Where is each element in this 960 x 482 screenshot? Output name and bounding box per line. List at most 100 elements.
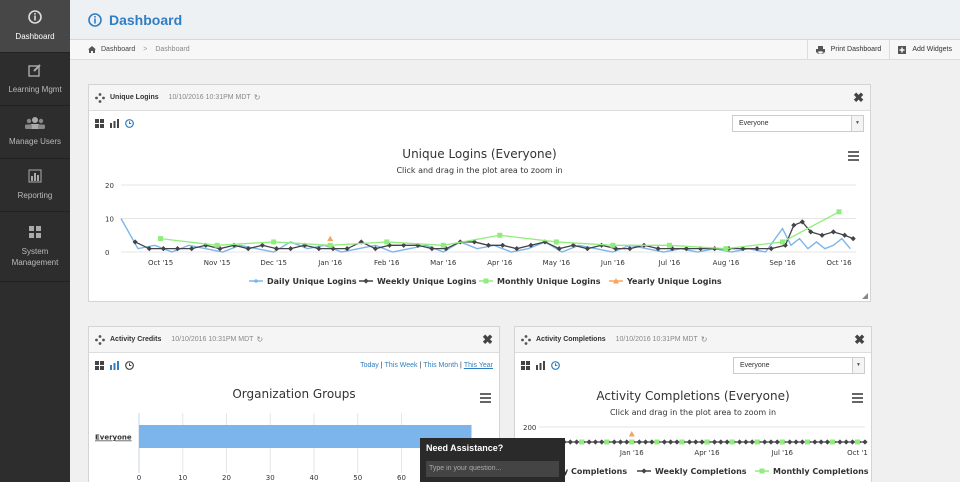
table-view-icon[interactable] bbox=[521, 360, 530, 370]
move-icon[interactable] bbox=[95, 92, 105, 103]
data-point bbox=[273, 246, 280, 252]
sidebar-item-system-management[interactable]: System Management bbox=[0, 212, 70, 282]
widget-header: Activity Completions 10/10/2016 10:31PM … bbox=[515, 327, 871, 353]
data-point bbox=[668, 439, 674, 445]
data-point bbox=[699, 439, 705, 445]
unique-logins-chart[interactable]: 0 10 20 Oct '15 Nov '15 Dec '15 Jan '16 Feb '16… bbox=[89, 135, 870, 301]
data-point bbox=[627, 246, 633, 252]
legend-marker bbox=[254, 279, 258, 283]
close-icon[interactable]: ✖ bbox=[853, 90, 864, 106]
sidebar-item-manage-users[interactable]: Manage Users bbox=[0, 106, 70, 159]
move-icon[interactable] bbox=[95, 334, 105, 345]
bar-chart-icon[interactable] bbox=[110, 360, 119, 370]
data-point bbox=[723, 246, 729, 252]
sidebar-item-label: Dashboard bbox=[15, 31, 55, 41]
x-tick-label: Jan '16 bbox=[619, 449, 644, 457]
x-tick-label: Jul '16 bbox=[658, 259, 681, 267]
widget-tools: Today | This Week | This Month | This Year bbox=[89, 353, 499, 377]
data-point bbox=[624, 439, 630, 445]
x-tick-label: 10 bbox=[178, 474, 187, 482]
data-point bbox=[837, 439, 843, 445]
close-icon[interactable]: ✖ bbox=[482, 332, 493, 348]
data-point bbox=[819, 232, 825, 238]
audience-select[interactable]: Everyone ▼ bbox=[733, 356, 865, 374]
table-view-icon[interactable] bbox=[95, 118, 104, 128]
chart-area: Activity Completions (Everyone) Click an… bbox=[515, 377, 871, 482]
data-point bbox=[824, 439, 830, 445]
data-point bbox=[804, 439, 810, 445]
info-icon bbox=[88, 12, 102, 27]
audience-select[interactable]: Everyone ▼ bbox=[732, 114, 864, 132]
clock-icon[interactable] bbox=[125, 360, 134, 370]
period-month-link[interactable]: This Month bbox=[423, 362, 458, 369]
grid-icon bbox=[29, 226, 41, 239]
y-tick-label: 10 bbox=[105, 216, 114, 224]
data-point bbox=[661, 439, 667, 445]
assistance-title: Need Assistance? bbox=[426, 443, 504, 453]
close-icon[interactable]: ✖ bbox=[854, 332, 865, 348]
legend-marker bbox=[483, 278, 489, 284]
data-point bbox=[836, 209, 842, 215]
activity-completions-chart[interactable]: 20015Jan '16Apr '16Jul '16Oct '1y Comple… bbox=[515, 377, 871, 482]
printer-icon bbox=[815, 45, 825, 54]
x-tick-label: May '16 bbox=[543, 259, 571, 267]
refresh-icon[interactable]: ↻ bbox=[701, 335, 708, 344]
clock-icon[interactable] bbox=[551, 360, 560, 370]
sidebar-item-reporting[interactable]: Reporting bbox=[0, 159, 70, 212]
widget-header: Unique Logins 10/10/2016 10:31PM MDT ↻ ✖ bbox=[89, 85, 870, 111]
sidebar-item-label: Manage Users bbox=[8, 137, 62, 147]
data-point bbox=[384, 239, 390, 245]
sidebar-item-label: System Management bbox=[11, 247, 59, 267]
x-tick-label: Nov '15 bbox=[204, 259, 231, 267]
data-point bbox=[579, 439, 585, 445]
data-point bbox=[749, 439, 755, 445]
refresh-icon[interactable]: ↻ bbox=[256, 335, 263, 344]
period-year-link[interactable]: This Year bbox=[464, 362, 493, 369]
data-point bbox=[729, 439, 735, 445]
assistance-panel: Need Assistance? bbox=[420, 438, 565, 482]
legend-label: Yearly Unique Logins bbox=[626, 277, 722, 286]
data-point bbox=[774, 439, 780, 445]
data-point bbox=[440, 242, 446, 248]
data-point bbox=[693, 439, 699, 445]
x-tick-label: Apr '16 bbox=[694, 449, 720, 457]
bar-chart-icon[interactable] bbox=[110, 118, 119, 128]
data-point bbox=[737, 439, 743, 445]
data-point bbox=[862, 439, 868, 445]
data-point bbox=[829, 439, 835, 445]
period-today-link[interactable]: Today bbox=[360, 362, 379, 369]
period-week-link[interactable]: This Week bbox=[385, 362, 418, 369]
data-point bbox=[610, 242, 616, 248]
resize-handle-icon[interactable] bbox=[862, 293, 868, 299]
x-tick-label: Oct '16 bbox=[826, 259, 852, 267]
sidebar: Dashboard Learning Mgmt Manage Users Rep… bbox=[0, 0, 70, 482]
sidebar-item-label: Learning Mgmt bbox=[8, 84, 62, 94]
widget-tools: Everyone ▼ bbox=[89, 111, 870, 135]
sidebar-item-dashboard[interactable]: Dashboard bbox=[0, 0, 70, 53]
x-tick-label: Mar '16 bbox=[430, 259, 457, 267]
data-point bbox=[787, 439, 793, 445]
data-point bbox=[780, 239, 785, 245]
page-title: Dashboard bbox=[109, 11, 183, 28]
move-icon[interactable] bbox=[521, 334, 531, 345]
add-widgets-label: Add Widgets bbox=[912, 46, 952, 53]
print-dashboard-button[interactable]: Print Dashboard bbox=[806, 39, 890, 60]
add-widgets-button[interactable]: Add Widgets bbox=[889, 39, 960, 60]
assistance-input[interactable] bbox=[426, 460, 559, 477]
widget-header: Activity Credits 10/10/2016 10:31PM MDT … bbox=[89, 327, 499, 353]
data-point bbox=[497, 232, 503, 238]
table-view-icon[interactable] bbox=[95, 360, 104, 370]
bar-chart-icon[interactable] bbox=[536, 360, 545, 370]
data-point bbox=[636, 439, 642, 445]
breadcrumb-home[interactable]: Dashboard bbox=[101, 46, 135, 53]
y-tick-label: 0 bbox=[105, 249, 109, 257]
refresh-icon[interactable]: ↻ bbox=[254, 93, 261, 102]
legend-label: Daily Unique Logins bbox=[267, 277, 357, 286]
data-point bbox=[617, 439, 624, 445]
data-point bbox=[724, 439, 730, 445]
x-tick-label: Dec '15 bbox=[260, 259, 287, 267]
sidebar-item-learning-mgmt[interactable]: Learning Mgmt bbox=[0, 53, 70, 106]
data-point bbox=[849, 439, 856, 445]
data-point bbox=[629, 439, 635, 445]
clock-icon[interactable] bbox=[125, 118, 134, 128]
